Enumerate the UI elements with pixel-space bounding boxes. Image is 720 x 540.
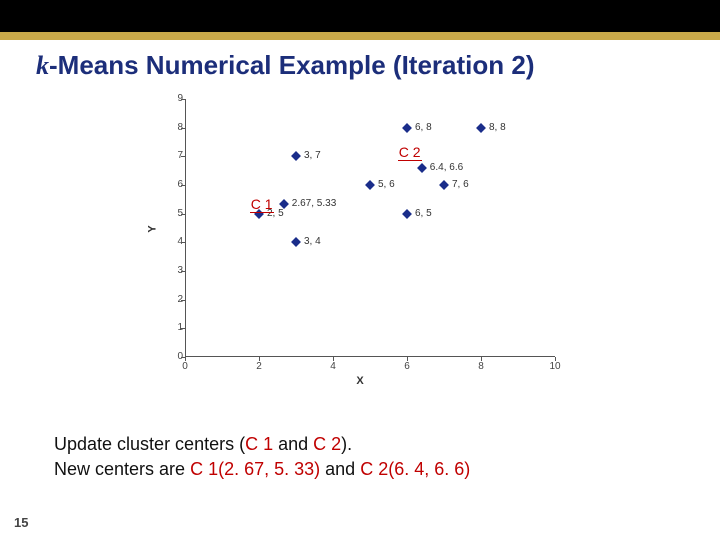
x-tick-label: 8 [471, 361, 491, 372]
body-line-2: New centers are C 1(2. 67, 5. 33) and C … [54, 457, 470, 482]
c2-label: C 2 [398, 144, 422, 160]
slide-number: 15 [14, 515, 28, 530]
x-tick-label: 0 [175, 361, 195, 372]
c1-coords: C 1(2. 67, 5. 33) [190, 459, 320, 479]
body-text-seg: and [273, 434, 313, 454]
data-point-label: 7, 6 [452, 179, 469, 190]
x-tick-label: 2 [249, 361, 269, 372]
body-text-seg: Update cluster centers ( [54, 434, 245, 454]
slide-top-gold-bar [0, 32, 720, 40]
x-tick-mark [407, 357, 408, 361]
slide-title: k-Means Numerical Example (Iteration 2) [0, 40, 720, 85]
c2-coords: C 2(6. 4, 6. 6) [360, 459, 470, 479]
body-text-seg: ). [341, 434, 352, 454]
x-tick-mark [185, 357, 186, 361]
body-line-1: Update cluster centers (C 1 and C 2). [54, 432, 470, 457]
data-point-label: 6, 8 [415, 122, 432, 133]
y-axis-label: Y [147, 225, 159, 232]
c1-mention: C 1 [245, 434, 273, 454]
plot-area [185, 99, 555, 357]
x-tick-mark [259, 357, 260, 361]
x-tick-mark [555, 357, 556, 361]
data-point-label: 8, 8 [489, 122, 506, 133]
c2-mention: C 2 [313, 434, 341, 454]
x-tick-label: 6 [397, 361, 417, 372]
y-tick-mark [181, 156, 185, 157]
y-tick-mark [181, 128, 185, 129]
x-tick-mark [481, 357, 482, 361]
x-axis-label: X [151, 375, 569, 387]
y-tick-mark [181, 99, 185, 100]
y-tick-mark [181, 242, 185, 243]
y-tick-mark [181, 300, 185, 301]
slide-top-black-bar [0, 0, 720, 32]
data-point-label: 5, 6 [378, 179, 395, 190]
data-point-label: 3, 4 [304, 236, 321, 247]
y-tick-mark [181, 271, 185, 272]
body-text-seg: and [320, 459, 360, 479]
x-tick-label: 4 [323, 361, 343, 372]
scatter-chart: Y X 012345678902468102, 53, 43, 75, 66, … [151, 95, 569, 387]
title-k-italic: k [36, 51, 49, 80]
body-text-seg: New centers are [54, 459, 190, 479]
center-point-label: 6.4, 6.6 [430, 162, 463, 173]
y-tick-mark [181, 328, 185, 329]
y-tick-mark [181, 214, 185, 215]
x-tick-mark [333, 357, 334, 361]
title-rest: -Means Numerical Example (Iteration 2) [49, 50, 534, 80]
center-point-label: 2.67, 5.33 [292, 198, 336, 209]
data-point-label: 3, 7 [304, 150, 321, 161]
slide-body-text: Update cluster centers (C 1 and C 2). Ne… [54, 432, 470, 482]
c1-label: C 1 [250, 196, 274, 212]
x-tick-label: 10 [545, 361, 565, 372]
data-point-label: 6, 5 [415, 208, 432, 219]
y-tick-mark [181, 185, 185, 186]
